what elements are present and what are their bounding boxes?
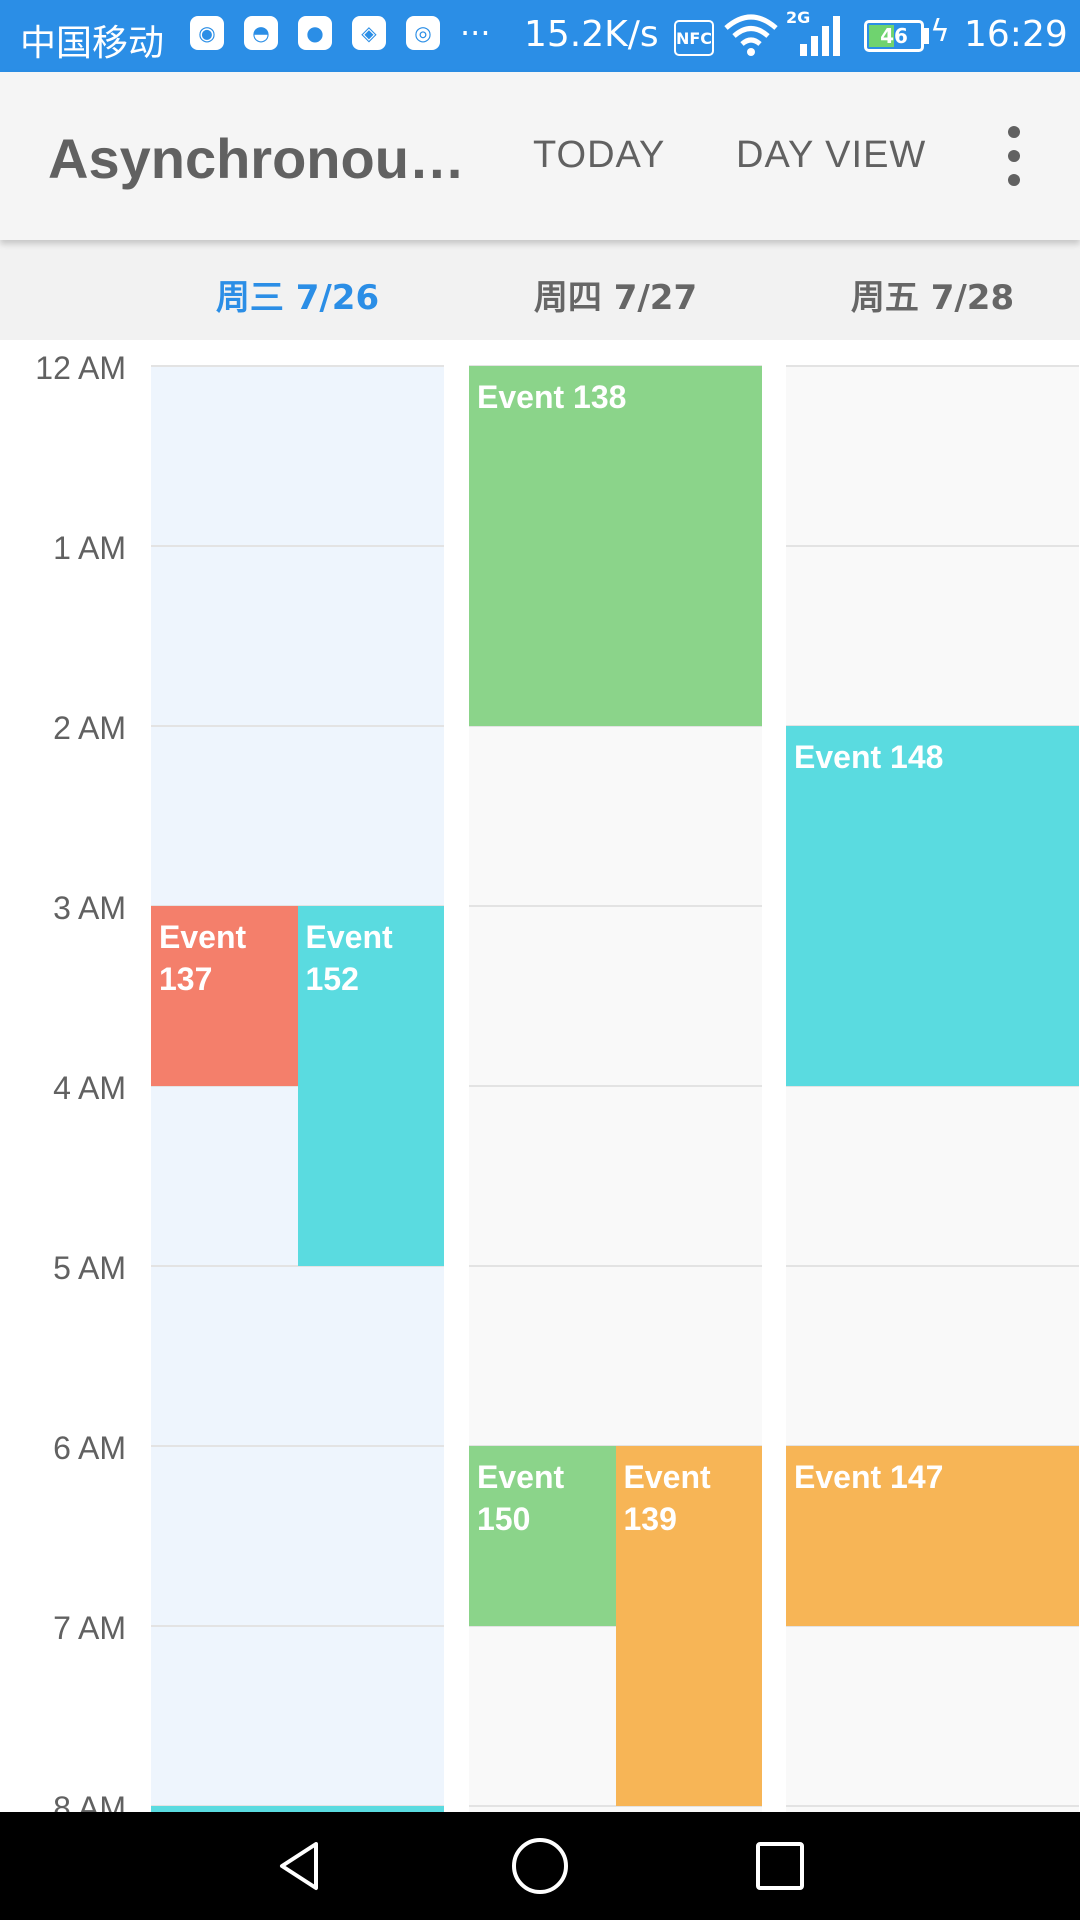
event-block[interactable]: Event 147 <box>786 1446 1079 1626</box>
event-block[interactable]: Event 148 <box>786 726 1079 1086</box>
back-icon[interactable] <box>270 1836 330 1896</box>
event-block[interactable]: Event 138 <box>469 366 762 726</box>
battery-level: 46 <box>880 24 908 48</box>
overflow-menu-icon[interactable] <box>994 120 1034 192</box>
hour-label: 8 AM <box>53 1790 126 1812</box>
network-speed: 15.2K/s <box>524 14 659 55</box>
hour-line <box>151 1445 444 1447</box>
recents-icon[interactable] <box>750 1836 810 1896</box>
day-label-2[interactable]: 周五 7/28 <box>786 270 1079 319</box>
event-title: Event 137 <box>159 919 247 997</box>
hour-label: 5 AM <box>53 1250 126 1286</box>
shield-icon: ◈ <box>352 16 386 50</box>
event-title: Event 148 <box>794 739 944 775</box>
weibo-icon: ◎ <box>406 16 440 50</box>
hour-line <box>151 725 444 727</box>
event-block[interactable]: Event 139 <box>615 1446 762 1806</box>
hour-label: 3 AM <box>53 890 126 926</box>
week-grid[interactable]: 12 AM 1 AM 2 AM 3 AM 4 AM 5 AM 6 AM 7 AM… <box>0 340 1080 1812</box>
charging-icon: ϟ <box>930 14 950 49</box>
hour-label: 1 AM <box>53 530 126 566</box>
hour-line <box>786 1265 1079 1267</box>
wifi-icon <box>724 14 778 56</box>
status-bar: 中国移动 ◉ ◓ ● ◈ ◎ ··· 15.2K/s NFC 2G 46 ϟ 1… <box>0 0 1080 72</box>
hour-line <box>469 1085 762 1087</box>
hour-label: 2 AM <box>53 710 126 746</box>
hour-line <box>151 1625 444 1627</box>
nfc-icon: NFC <box>674 20 714 56</box>
chat-icon: ● <box>298 16 332 50</box>
day-column-1[interactable]: Event 138 Event 150 Event 139 <box>469 365 762 1812</box>
clock: 16:29 <box>964 14 1068 55</box>
signal-icon <box>800 16 840 56</box>
event-block[interactable]: Event 152 <box>297 906 444 1266</box>
day-view-button[interactable]: DAY VIEW <box>736 134 926 177</box>
android-icon: ◓ <box>244 16 278 50</box>
hour-label: 6 AM <box>53 1430 126 1466</box>
notification-icons: ◉ ◓ ● ◈ ◎ <box>190 16 440 50</box>
navigation-bar <box>0 1812 1080 1920</box>
event-block[interactable]: Event 150 <box>469 1446 616 1626</box>
app-notification-icon: ◉ <box>190 16 224 50</box>
event-block[interactable]: Event 137 <box>151 906 298 1086</box>
today-button[interactable]: TODAY <box>533 134 665 177</box>
battery-tip <box>924 28 929 44</box>
event-title: Event 139 <box>623 1459 711 1537</box>
day-label-0[interactable]: 周三 7/26 <box>151 270 444 319</box>
event-title: Event 147 <box>794 1459 944 1495</box>
home-icon[interactable] <box>510 1836 570 1896</box>
event-title: Event 150 <box>477 1459 565 1537</box>
hour-label: 7 AM <box>53 1610 126 1646</box>
hour-line <box>151 365 444 367</box>
hour-line <box>786 365 1079 367</box>
day-column-2[interactable]: Event 148 Event 147 <box>786 365 1079 1812</box>
hour-line <box>469 1265 762 1267</box>
battery-icon: 46 <box>864 20 924 52</box>
hour-line <box>786 1805 1079 1807</box>
day-label-1[interactable]: 周四 7/27 <box>469 270 762 319</box>
more-notifications-icon: ··· <box>460 14 491 52</box>
day-column-0[interactable]: Event 137 Event 152 <box>151 365 444 1812</box>
hour-line <box>786 545 1079 547</box>
app-title: Asynchronous... <box>48 127 476 190</box>
day-header: 周三 7/26 周四 7/27 周五 7/28 <box>0 240 1080 340</box>
hour-label: 12 AM <box>35 350 126 386</box>
hour-label: 4 AM <box>53 1070 126 1106</box>
app-bar: Asynchronous... TODAY DAY VIEW <box>0 72 1080 240</box>
event-title: Event 138 <box>477 379 627 415</box>
event-title: Event 152 <box>305 919 393 997</box>
carrier-label: 中国移动 <box>20 23 165 64</box>
hour-line <box>151 545 444 547</box>
hour-line <box>469 905 762 907</box>
